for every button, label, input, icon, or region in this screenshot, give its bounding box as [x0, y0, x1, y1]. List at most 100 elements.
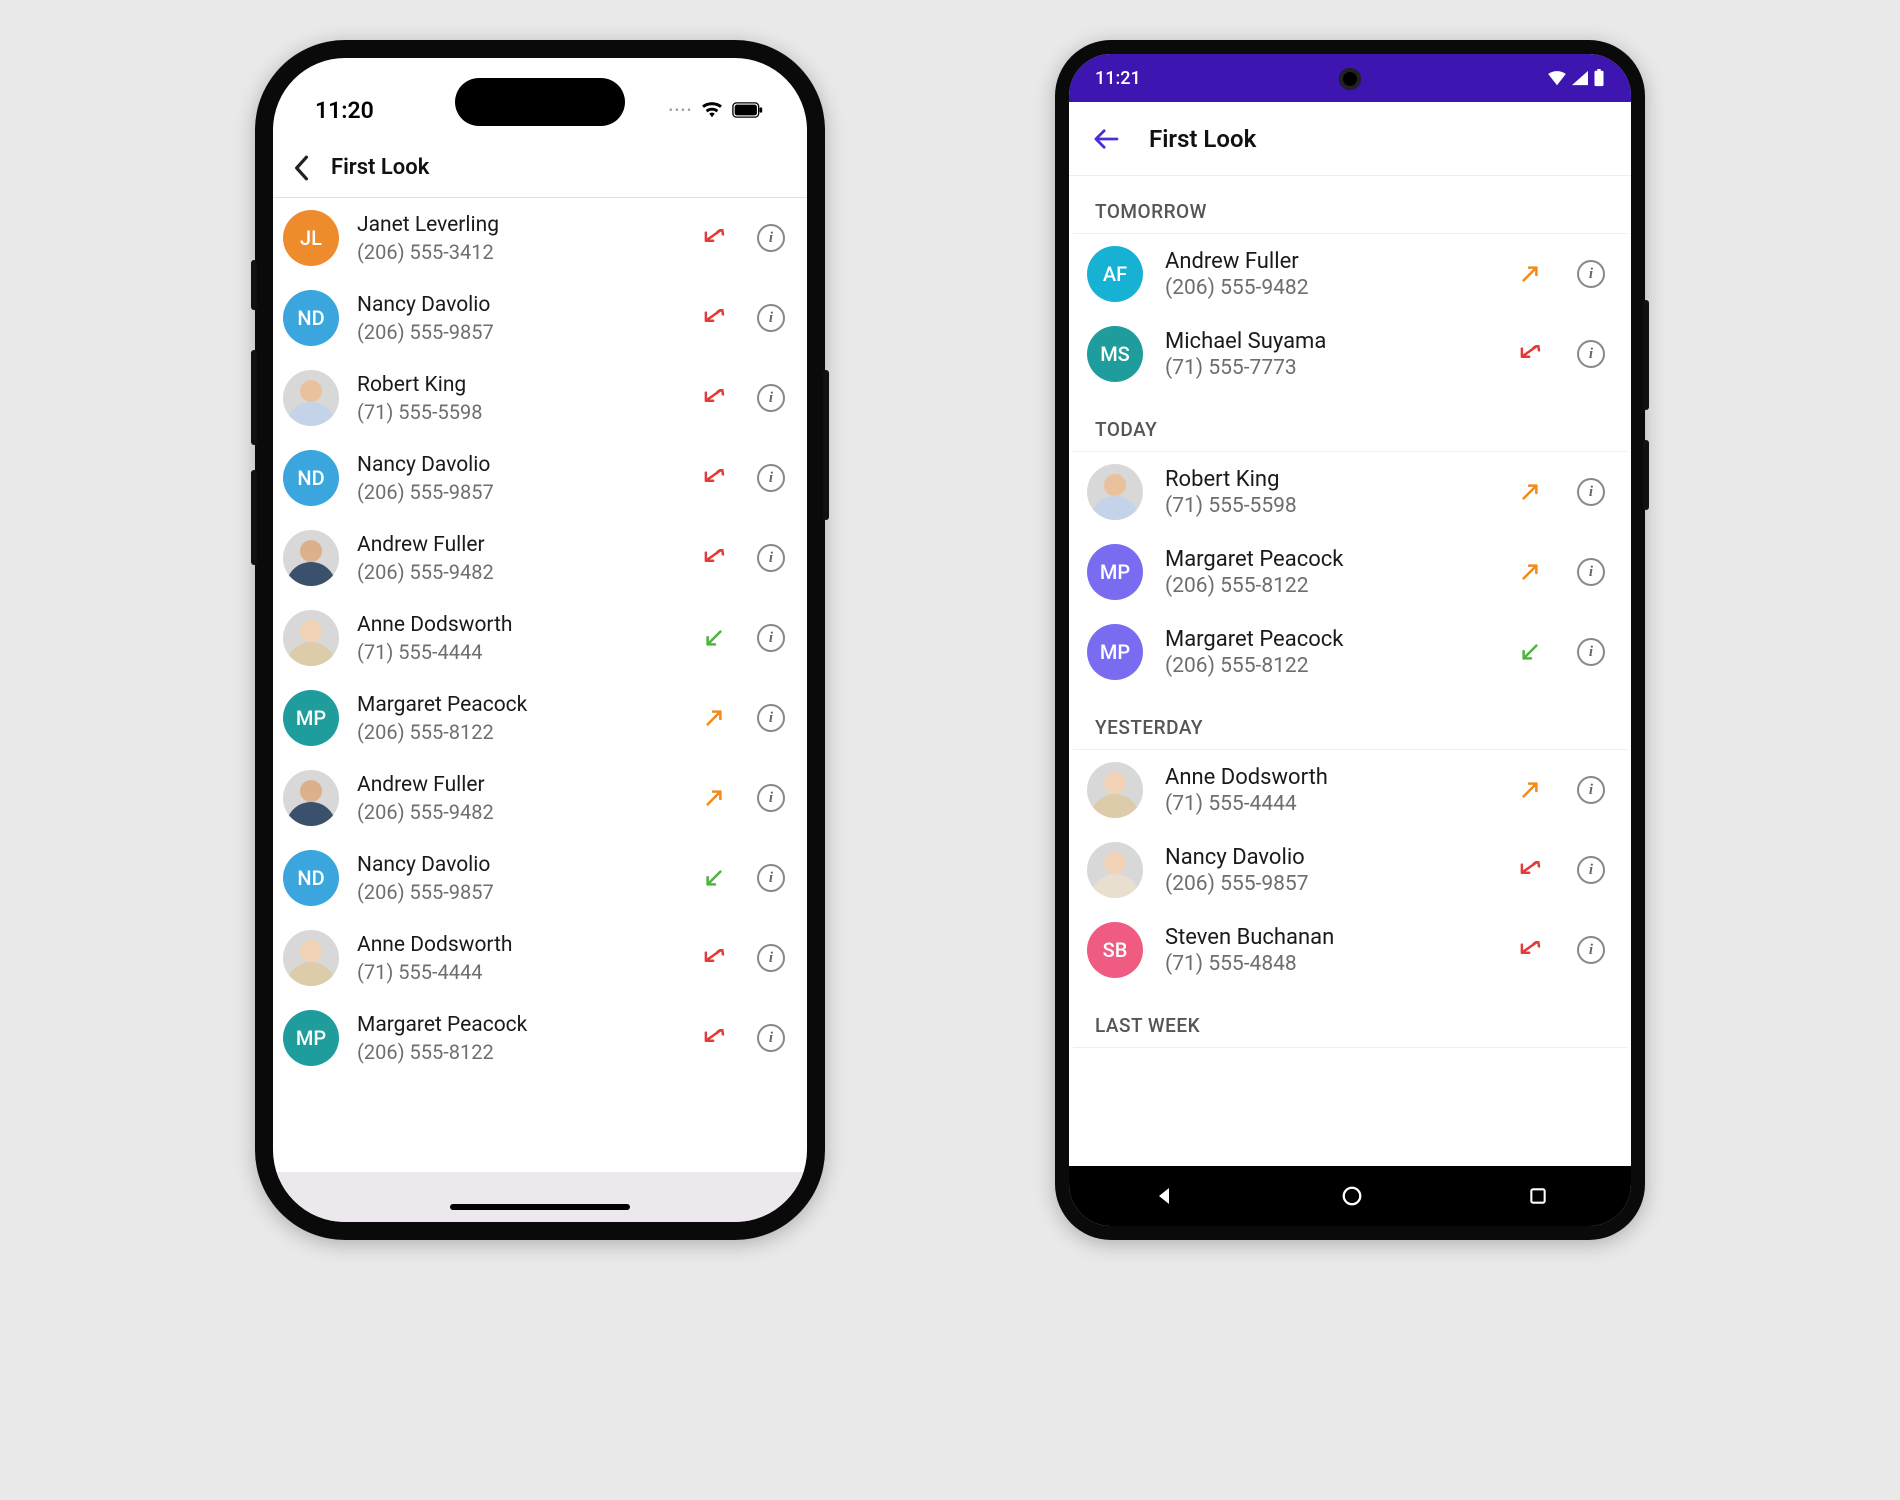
contact-name: Robert King [1165, 466, 1495, 494]
list-item[interactable]: Anne Dodsworth(71) 555-4444i [273, 918, 807, 998]
info-button[interactable]: i [757, 464, 785, 492]
contact-text: Nancy Davolio(206) 555-9857 [357, 292, 683, 343]
battery-icon [1593, 69, 1605, 87]
nav-recent-icon[interactable] [1528, 1186, 1548, 1206]
contact-name: Andrew Fuller [1165, 248, 1495, 276]
contact-phone: (206) 555-9857 [357, 880, 683, 904]
avatar: ND [283, 290, 339, 346]
list-item[interactable]: Anne Dodsworth(71) 555-4444 i [1069, 750, 1631, 830]
battery-icon [731, 102, 765, 118]
call-direction-icon [1517, 780, 1543, 800]
contact-text: Margaret Peacock(206) 555-8122 [357, 692, 683, 743]
back-icon[interactable] [293, 155, 309, 181]
info-button[interactable]: i [757, 1024, 785, 1052]
list-item[interactable]: Andrew Fuller(206) 555-9482i [273, 518, 807, 598]
avatar: AF [1087, 246, 1143, 302]
contact-name: Janet Leverling [357, 212, 683, 238]
info-button[interactable]: i [757, 784, 785, 812]
contact-name: Andrew Fuller [357, 532, 683, 558]
list-item[interactable]: MPMargaret Peacock(206) 555-8122i [1069, 612, 1631, 692]
call-direction-icon [1517, 941, 1543, 959]
info-button[interactable]: i [1577, 856, 1605, 884]
info-button[interactable]: i [1577, 558, 1605, 586]
contact-name: Margaret Peacock [357, 1012, 683, 1038]
back-icon[interactable] [1093, 128, 1119, 150]
info-button[interactable]: i [757, 944, 785, 972]
list-item[interactable]: MPMargaret Peacock(206) 555-8122i [1069, 532, 1631, 612]
contact-name: Nancy Davolio [357, 452, 683, 478]
wifi-icon [1547, 70, 1567, 86]
info-button[interactable]: i [757, 864, 785, 892]
contact-text: Steven Buchanan(71) 555-4848 [1165, 924, 1495, 977]
info-button[interactable]: i [1577, 638, 1605, 666]
section-header: YESTERDAY [1073, 692, 1627, 750]
avatar [283, 530, 339, 586]
iphone-side-button [251, 260, 257, 310]
iphone-side-button [251, 350, 257, 445]
info-button[interactable]: i [1577, 260, 1605, 288]
contact-phone: (71) 555-4444 [357, 960, 683, 984]
contact-name: Andrew Fuller [357, 772, 683, 798]
list-item[interactable]: Robert King(71) 555-5598i [1069, 452, 1631, 532]
contact-text: Nancy Davolio(206) 555-9857 [357, 852, 683, 903]
list-item[interactable]: MSMichael Suyama(71) 555-7773i [1069, 314, 1631, 394]
avatar [1087, 762, 1143, 818]
contact-name: Robert King [357, 372, 683, 398]
call-direction-icon [701, 788, 727, 808]
contact-text: Anne Dodsworth(71) 555-4444 [357, 612, 683, 663]
contact-phone: (206) 555-9482 [1165, 276, 1495, 300]
list-item[interactable]: JLJanet Leverling(206) 555-3412i [273, 198, 807, 278]
info-button[interactable]: i [1577, 776, 1605, 804]
android-contact-list[interactable]: TOMORROWAFAndrew Fuller(206) 555-9482iMS… [1069, 176, 1631, 1166]
contact-name: Michael Suyama [1165, 328, 1495, 356]
info-button[interactable]: i [757, 704, 785, 732]
contact-name: Anne Dodsworth [357, 612, 683, 638]
list-item[interactable]: ND Nancy Davolio(206) 555-9857 i [273, 438, 807, 518]
contact-name: Margaret Peacock [357, 692, 683, 718]
contact-phone: (206) 555-8122 [1165, 654, 1495, 678]
contact-phone: (206) 555-9857 [357, 480, 683, 504]
info-button[interactable]: i [1577, 340, 1605, 368]
call-direction-icon [701, 949, 727, 967]
call-direction-icon [701, 1029, 727, 1047]
list-item[interactable]: Robert King(71) 555-5598i [273, 358, 807, 438]
call-direction-icon [701, 708, 727, 728]
info-button[interactable]: i [757, 304, 785, 332]
list-item[interactable]: MPMargaret Peacock(206) 555-8122i [273, 998, 807, 1078]
list-item[interactable]: ND Nancy Davolio(206) 555-9857 i [273, 278, 807, 358]
list-item[interactable]: Andrew Fuller(206) 555-9482i [273, 758, 807, 838]
avatar [1087, 842, 1143, 898]
list-item[interactable]: MPMargaret Peacock(206) 555-8122i [273, 678, 807, 758]
contact-name: Nancy Davolio [1165, 844, 1495, 872]
list-item[interactable]: Anne Dodsworth(71) 555-4444 i [273, 598, 807, 678]
section-header: LAST WEEK [1073, 990, 1627, 1048]
call-direction-icon [701, 389, 727, 407]
call-direction-icon [1517, 264, 1543, 284]
contact-phone: (71) 555-4848 [1165, 952, 1495, 976]
avatar [283, 370, 339, 426]
contact-phone: (71) 555-4444 [1165, 792, 1495, 816]
info-button[interactable]: i [757, 224, 785, 252]
list-item[interactable]: NDNancy Davolio(206) 555-9857i [273, 838, 807, 918]
call-direction-icon [701, 868, 727, 888]
contact-name: Anne Dodsworth [1165, 764, 1495, 792]
call-direction-icon [701, 549, 727, 567]
info-button[interactable]: i [757, 384, 785, 412]
info-button[interactable]: i [757, 544, 785, 572]
ios-contact-list[interactable]: JLJanet Leverling(206) 555-3412i ND Nancy … [273, 198, 807, 1172]
info-button[interactable]: i [757, 624, 785, 652]
info-button[interactable]: i [1577, 936, 1605, 964]
contact-phone: (206) 555-8122 [357, 720, 683, 744]
list-item[interactable]: AF Andrew Fuller(206) 555-9482 i [1069, 234, 1631, 314]
info-button[interactable]: i [1577, 478, 1605, 506]
page-title: First Look [1149, 125, 1256, 153]
iphone-side-button [251, 470, 257, 565]
nav-home-icon[interactable] [1341, 1185, 1363, 1207]
list-item[interactable]: SBSteven Buchanan(71) 555-4848i [1069, 910, 1631, 990]
avatar: ND [283, 450, 339, 506]
nav-back-icon[interactable] [1152, 1184, 1176, 1208]
list-item[interactable]: Nancy Davolio(206) 555-9857i [1069, 830, 1631, 910]
android-camera [1339, 68, 1361, 90]
call-direction-icon [1517, 482, 1543, 502]
call-direction-icon [1517, 345, 1543, 363]
